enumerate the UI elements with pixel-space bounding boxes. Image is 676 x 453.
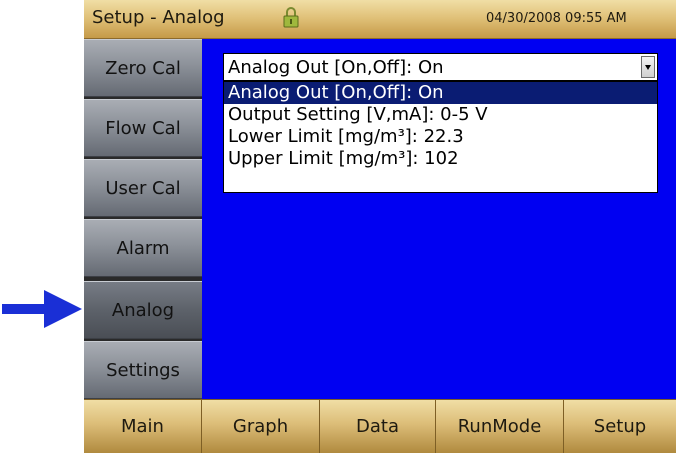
right-arrow-icon [2,290,82,328]
bottom-tab-bar: Main Graph Data RunMode Setup [84,399,676,453]
content-panel: Analog Out [On,Off]: On Analog Out [On,O… [202,39,676,399]
sidebar-item-settings[interactable]: Settings [84,341,202,399]
sidebar: Zero Cal Flow Cal User Cal Alarm Analog … [84,39,202,399]
dropdown-button[interactable] [641,56,655,78]
sidebar-item-alarm[interactable]: Alarm [84,219,202,277]
select-value: Analog Out [On,Off]: On [228,57,444,78]
option-lower-limit[interactable]: Lower Limit [mg/m³]: 22.3 [224,126,657,148]
tab-runmode[interactable]: RunMode [436,399,564,453]
device-screen: Setup - Analog 04/30/2008 09:55 AM Zero … [84,0,676,453]
chevron-down-icon [645,65,651,70]
tab-main[interactable]: Main [84,399,202,453]
sidebar-item-zero-cal[interactable]: Zero Cal [84,39,202,97]
dropdown-list: Analog Out [On,Off]: On Output Setting [… [223,81,658,193]
option-analog-out[interactable]: Analog Out [On,Off]: On [224,82,657,104]
padlock-icon [283,7,299,28]
sidebar-item-user-cal[interactable]: User Cal [84,159,202,217]
option-upper-limit[interactable]: Upper Limit [mg/m³]: 102 [224,148,657,170]
sidebar-item-flow-cal[interactable]: Flow Cal [84,99,202,157]
tab-setup[interactable]: Setup [564,399,676,453]
tab-data[interactable]: Data [320,399,436,453]
datetime: 04/30/2008 09:55 AM [486,11,627,26]
tab-graph[interactable]: Graph [202,399,320,453]
analog-setting-select[interactable]: Analog Out [On,Off]: On [223,53,658,81]
sidebar-item-analog[interactable]: Analog [84,281,202,339]
option-output-setting[interactable]: Output Setting [V,mA]: 0-5 V [224,104,657,126]
title-bar: Setup - Analog 04/30/2008 09:55 AM [84,0,676,39]
page-title: Setup - Analog [92,7,225,28]
